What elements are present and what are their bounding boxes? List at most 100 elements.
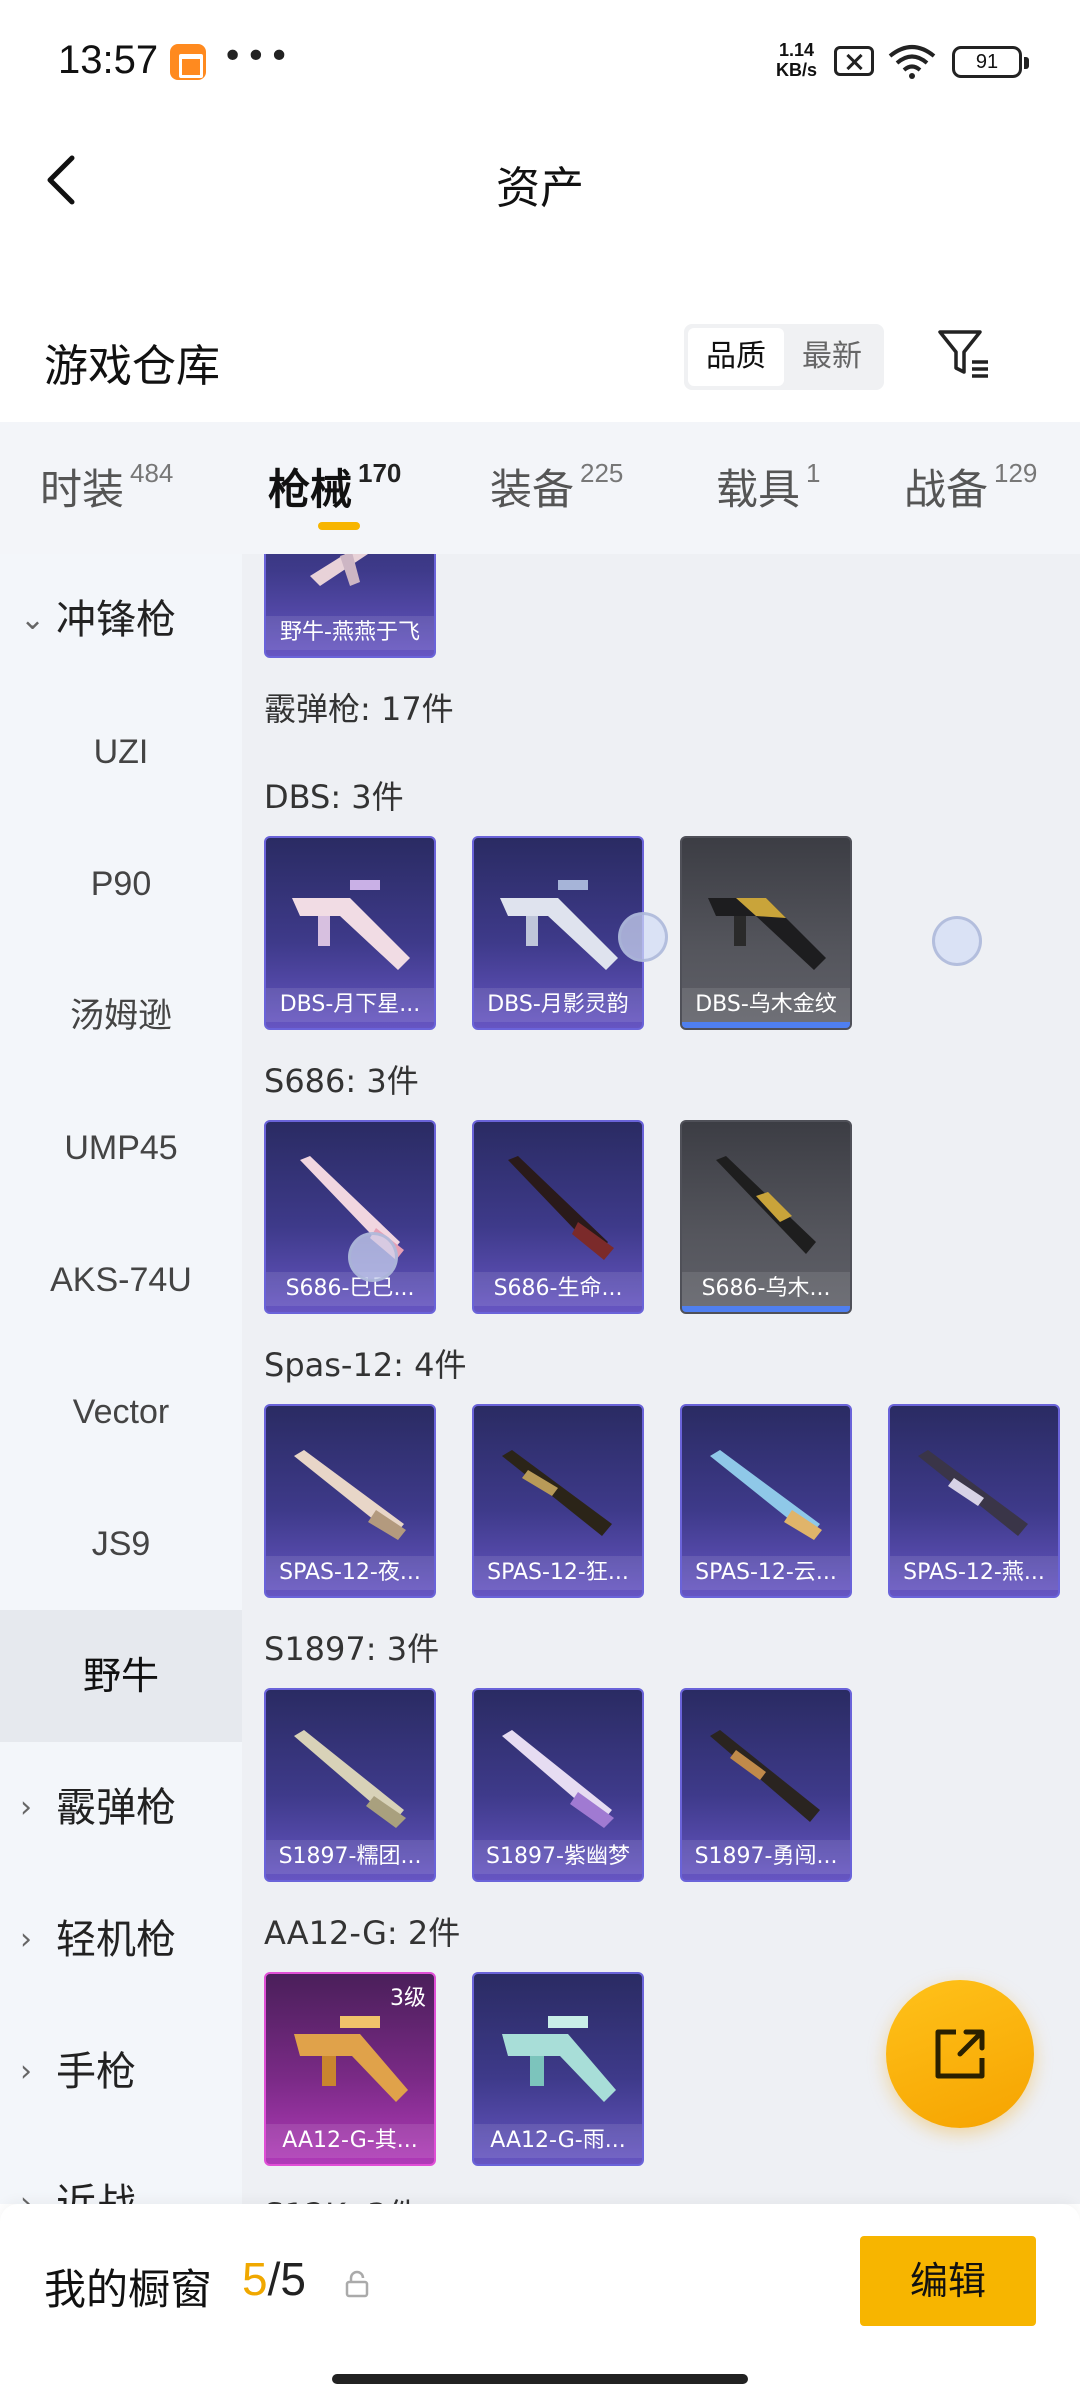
edit-button[interactable]: 编辑	[860, 2236, 1036, 2326]
weapon-card[interactable]: S1897-紫幽梦	[472, 1688, 644, 1882]
weapon-card[interactable]: AA12-G-雨...	[472, 1972, 644, 2166]
sort-latest-button[interactable]: 最新	[784, 328, 880, 386]
tab-vehicles[interactable]: 载具 1	[716, 456, 820, 517]
sidebar-category-label: 手枪	[56, 2049, 136, 2095]
sidebar-item-js9[interactable]: JS9	[0, 1478, 242, 1610]
tab-firearms[interactable]: 枪械 170	[268, 456, 401, 517]
weapon-name: S1897-糯团...	[266, 1840, 434, 1874]
section-header-s12k: S12K: 3件	[264, 2190, 419, 2204]
section-header-dbs: DBS: 3件	[264, 778, 404, 816]
weapon-name: SPAS-12-燕...	[890, 1556, 1058, 1590]
weapon-card[interactable]: S1897-糯团...	[264, 1688, 436, 1882]
sidebar-item-label: UZI	[93, 733, 149, 771]
weapon-card[interactable]: SPAS-12-狂...	[472, 1404, 644, 1598]
weapon-name: AA12-G-雨...	[474, 2124, 642, 2158]
sidebar-category-shotgun[interactable]: › 霰弹枪	[0, 1742, 242, 1874]
network-speed-value: 1.14	[778, 40, 815, 60]
sidebar-item-uzi[interactable]: UZI	[0, 686, 242, 818]
weapon-skin-image	[508, 1156, 614, 1260]
weapon-card[interactable]: 野牛-燕燕于飞	[264, 554, 436, 658]
weapon-card[interactable]: DBS-月下星...	[264, 836, 436, 1030]
sidebar-item-label: 汤姆逊	[70, 996, 172, 1036]
showcase-total: /5	[267, 2253, 306, 2305]
status-time: 13:57	[58, 38, 159, 82]
share-fab-button[interactable]	[886, 1980, 1034, 2128]
weapon-card[interactable]: SPAS-12-夜...	[264, 1404, 436, 1598]
warehouse-title: 游戏仓库	[44, 341, 220, 392]
tab-label: 战备	[904, 465, 989, 514]
weapon-name: SPAS-12-夜...	[266, 1556, 434, 1590]
weapon-name: DBS-月影灵韵	[474, 988, 642, 1022]
section-header-shotgun: 霰弹枪: 17件	[264, 690, 454, 728]
weapon-category-sidebar: ⌄ 冲锋枪 UZI P90 汤姆逊 UMP45 AKS-74U Vector J…	[0, 554, 242, 2204]
weapon-card[interactable]: SPAS-12-燕...	[888, 1404, 1060, 1598]
section-header-spas12: Spas-12: 4件	[264, 1346, 467, 1384]
weapon-skin-image	[310, 554, 368, 586]
weapon-name: AA12-G-其...	[266, 2124, 434, 2158]
more-notifications-icon: •••	[222, 36, 292, 77]
sidebar-item-p90[interactable]: P90	[0, 818, 242, 950]
network-speed-unit: KB/s	[776, 60, 818, 80]
section-header-aa12g: AA12-G: 2件	[264, 1914, 461, 1952]
weapon-skin-image	[500, 880, 618, 970]
sidebar-item-bizon[interactable]: 野牛	[0, 1610, 242, 1742]
sidebar-item-label: AKS-74U	[50, 1261, 192, 1299]
sidebar-category-melee[interactable]: › 近战	[0, 2138, 242, 2204]
section-header-s686: S686: 3件	[264, 1062, 419, 1100]
home-indicator[interactable]	[332, 2374, 748, 2384]
sidebar-item-label: Vector	[72, 1393, 170, 1431]
sidebar-category-lmg[interactable]: › 轻机枪	[0, 1874, 242, 2006]
weapon-name: S1897-勇闯...	[682, 1840, 850, 1874]
sidebar-item-thompson[interactable]: 汤姆逊	[0, 950, 242, 1082]
touch-indicator	[618, 912, 668, 962]
status-bar: 13:57 ••• 1.14 KB/s 91	[0, 0, 1080, 120]
sort-toggle: 品质 最新	[684, 324, 884, 390]
active-tab-indicator	[318, 522, 360, 530]
app-header: 资产	[0, 120, 1080, 240]
weapon-card[interactable]: SPAS-12-云...	[680, 1404, 852, 1598]
sidebar-category-pistol[interactable]: › 手枪	[0, 2006, 242, 2138]
weapon-skin-image	[502, 2016, 616, 2102]
weapon-card[interactable]: DBS-乌木金纹	[680, 836, 852, 1030]
wifi-icon	[888, 45, 936, 79]
battery-indicator: 91	[952, 46, 1029, 78]
tab-count: 170	[358, 458, 402, 488]
lock-icon	[345, 2270, 369, 2298]
weapon-card[interactable]: 3级 AA12-G-其...	[264, 1972, 436, 2166]
tab-equipment[interactable]: 装备 225	[490, 456, 623, 517]
tab-combat-gear[interactable]: 战备 129	[904, 456, 1037, 517]
showcase-bar: 我的橱窗 5/5 编辑	[0, 2204, 1080, 2400]
showcase-current: 5	[242, 2253, 268, 2305]
sort-quality-button[interactable]: 品质	[688, 328, 784, 386]
sidebar-item-aks74u[interactable]: AKS-74U	[0, 1214, 242, 1346]
weapon-name: DBS-月下星...	[266, 988, 434, 1022]
weapon-name: S686-生命...	[474, 1272, 642, 1306]
chevron-right-icon: ›	[20, 1922, 32, 1957]
tab-count: 129	[994, 458, 1038, 488]
shopping-app-icon	[170, 44, 206, 80]
weapon-card[interactable]: S1897-勇闯...	[680, 1688, 852, 1882]
tab-label: 装备	[490, 465, 575, 514]
weapon-skin-image	[708, 898, 826, 970]
sidebar-category-smg[interactable]: ⌄ 冲锋枪	[0, 554, 242, 686]
network-speed: 1.14 KB/s	[776, 40, 817, 80]
weapon-skin-image	[710, 1730, 820, 1822]
filter-icon[interactable]	[934, 324, 994, 384]
sidebar-item-label: 野牛	[82, 1654, 159, 1698]
weapon-skin-image	[294, 1730, 406, 1828]
weapon-skin-image	[294, 2016, 408, 2102]
chevron-right-icon: ›	[20, 2186, 32, 2204]
weapon-card[interactable]: S686-乌木...	[680, 1120, 852, 1314]
chevron-right-icon: ›	[20, 2054, 32, 2089]
weapon-grid: 野牛-燕燕于飞 霰弹枪: 17件 DBS: 3件 DBS-月下星... DBS-…	[242, 554, 1080, 2204]
tab-fashion[interactable]: 时装 484	[40, 456, 173, 517]
sidebar-item-ump45[interactable]: UMP45	[0, 1082, 242, 1214]
showcase-label: 我的橱窗	[44, 2265, 213, 2314]
sidebar-category-label: 霰弹枪	[56, 1785, 176, 1831]
sidebar-item-label: UMP45	[64, 1129, 178, 1167]
chevron-right-icon: ›	[20, 1790, 32, 1825]
weapon-card[interactable]: S686-生命...	[472, 1120, 644, 1314]
share-external-icon	[935, 2029, 985, 2079]
sidebar-item-vector[interactable]: Vector	[0, 1346, 242, 1478]
weapon-card[interactable]: S686-巳巳...	[264, 1120, 436, 1314]
